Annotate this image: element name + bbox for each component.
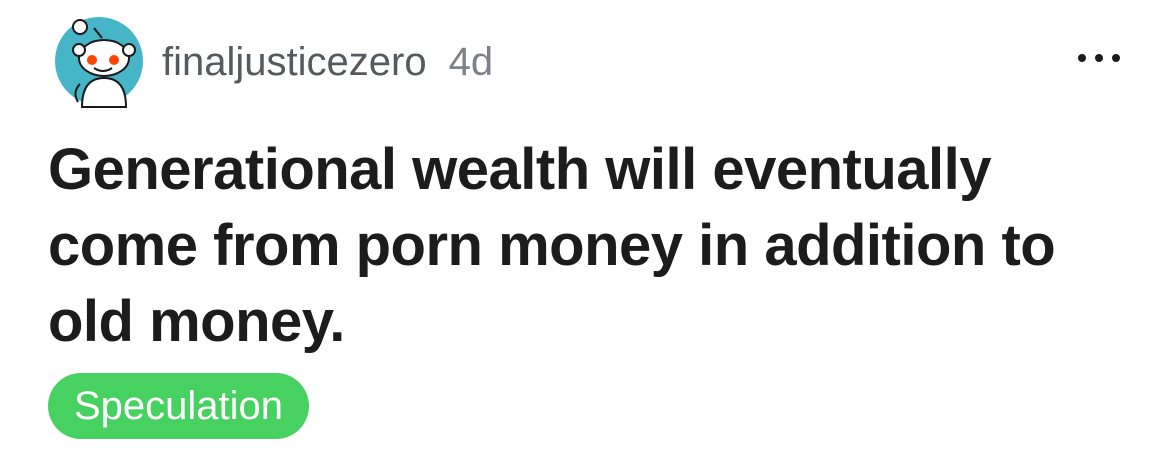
post-title[interactable]: Generational wealth will eventually come… [48, 132, 1128, 360]
avatar[interactable] [52, 14, 146, 108]
more-options-button[interactable] [1076, 46, 1122, 70]
post-flair-badge[interactable]: Speculation [48, 373, 310, 439]
author-username[interactable]: finaljusticezero [162, 40, 427, 84]
snoo-avatar-icon [55, 17, 143, 108]
post-header: finaljusticezero 4d [52, 14, 1132, 108]
post-meta: finaljusticezero 4d [162, 38, 493, 86]
post-age: 4d [448, 40, 494, 84]
